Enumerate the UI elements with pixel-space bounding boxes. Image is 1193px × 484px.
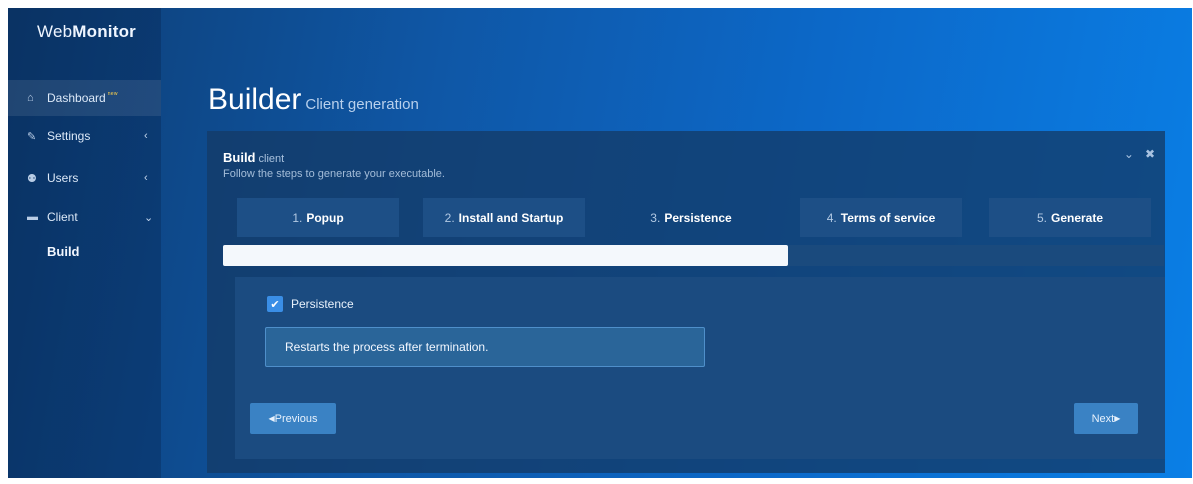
pencil-icon: ✎ (27, 130, 37, 143)
folder-icon: ▬ (27, 211, 38, 223)
collapse-icon[interactable]: ⌄ (1124, 147, 1134, 161)
persistence-info-text: Restarts the process after termination. (285, 340, 489, 354)
sidebar-item-settings[interactable]: ✎ Settings ‹ (8, 118, 161, 154)
close-icon[interactable]: ✖ (1145, 147, 1155, 161)
sidebar-item-users[interactable]: ⚉ Users ‹ (8, 160, 161, 196)
users-icon: ⚉ (27, 172, 37, 185)
persistence-info: Restarts the process after termination. (265, 327, 705, 367)
sidebar-subitem-build[interactable]: Build (47, 244, 80, 259)
step-content: ✔ Persistence Restarts the process after… (235, 277, 1165, 459)
panel-tools: ⌄ ✖ (1124, 147, 1155, 161)
page-title-text: Builder (208, 83, 302, 116)
caret-right-icon: ▶ (1114, 414, 1121, 423)
next-button[interactable]: Next ▶ (1074, 403, 1138, 434)
builder-panel: Build client Follow the steps to generate… (207, 131, 1165, 473)
sidebar-item-dashboard[interactable]: ⌂ Dashboard new (8, 80, 161, 116)
page-title: Builder Client generation (208, 83, 419, 117)
progress-bar (223, 245, 1164, 266)
sidebar-item-client[interactable]: ▬ Client ⌄ (8, 199, 161, 235)
persistence-checkbox[interactable]: ✔ (267, 296, 283, 312)
home-icon: ⌂ (27, 92, 34, 104)
sidebar-item-label: Users (47, 171, 79, 185)
step-terms-of-service[interactable]: 4. Terms of service (800, 198, 962, 237)
panel-title: Build client (223, 150, 285, 165)
step-generate[interactable]: 5. Generate (989, 198, 1151, 237)
step-install-and-startup[interactable]: 2. Install and Startup (423, 198, 585, 237)
brand-logo: WebMonitor (37, 22, 136, 41)
persistence-label: Persistence (291, 297, 354, 311)
panel-description: Follow the steps to generate your execut… (223, 168, 445, 180)
sidebar-item-label: Client (47, 210, 78, 224)
step-popup[interactable]: 1. Popup (237, 198, 399, 237)
app-window: WebMonitor ⌂ Dashboard new ✎ Settings ‹ … (8, 8, 1192, 478)
new-badge: new (107, 91, 118, 97)
check-icon: ✔ (270, 298, 280, 311)
progress-fill (223, 245, 788, 266)
previous-button[interactable]: ◀ Previous (250, 403, 336, 434)
page-subtitle: Client generation (305, 96, 419, 113)
sidebar: WebMonitor ⌂ Dashboard new ✎ Settings ‹ … (8, 8, 161, 478)
chevron-down-icon: ⌄ (144, 211, 154, 224)
sidebar-item-label: Settings (47, 129, 91, 143)
chevron-left-icon: ‹ (144, 130, 148, 142)
chevron-left-icon: ‹ (144, 172, 148, 184)
sidebar-item-label: Dashboard (47, 91, 106, 105)
step-persistence[interactable]: 3. Persistence (610, 198, 772, 237)
